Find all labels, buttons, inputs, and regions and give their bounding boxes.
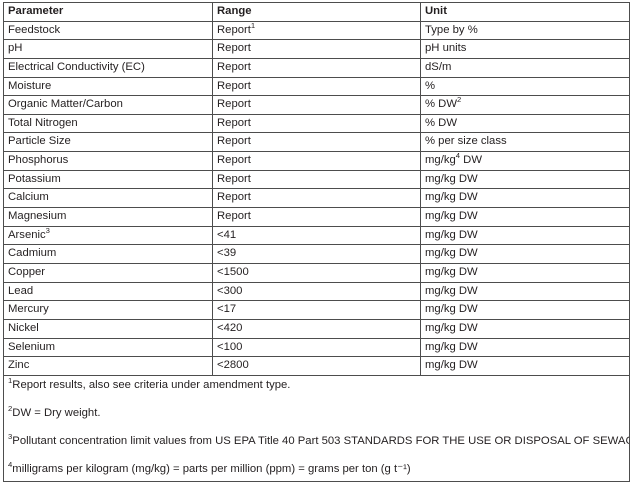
cell-range: <100 [212, 337, 421, 358]
footnote-marker: 2 [8, 403, 13, 413]
cell-unit: Type by % [420, 20, 630, 41]
cell-unit: % [420, 76, 630, 97]
cell-unit: mg/kg DW [420, 300, 630, 320]
cell-unit: mg/kg DW [420, 318, 630, 339]
cell-range: Report [212, 169, 421, 190]
cell-parameter: Magnesium [3, 207, 213, 227]
cell-range-footnote-marker: 1 [250, 21, 256, 30]
cell-parameter: Calcium [3, 188, 213, 209]
cell-range: Report [212, 76, 421, 97]
table-row: Particle Size Report% per size class [3, 132, 630, 153]
footnote-marker: 1 [8, 376, 13, 386]
table-row: Calcium Report mg/kg DW [3, 188, 630, 209]
column-header-unit: Unit [420, 2, 630, 22]
cell-unit: mg/kg DW [420, 207, 630, 227]
cell-parameter: Nickel [3, 318, 213, 339]
cell-range: <17 [212, 300, 421, 320]
cell-parameter: Particle Size [3, 132, 213, 153]
cell-unit-footnote-marker: 4 [455, 151, 461, 161]
table-row: Organic Matter/Carbon Report% DW2 [3, 95, 630, 115]
cell-unit: mg/kg DW [420, 337, 630, 358]
cell-parameter: Copper [3, 262, 213, 283]
table-row: Cadmium <39 mg/kg DW [3, 244, 630, 264]
footnote-marker: 4 [8, 459, 13, 469]
cell-parameter: Feedstock [3, 20, 213, 41]
cell-range: <1500 [212, 262, 421, 283]
footnote-4: 4milligrams per kilogram (mg/kg) = parts… [8, 459, 411, 475]
cell-parameter: Electrical Conductivity (EC) [3, 57, 213, 78]
table-header-row: Parameter Range Unit [3, 2, 630, 22]
cell-range: Report [212, 113, 421, 134]
cell-range: <420 [212, 318, 421, 339]
table-body: Feedstock Report1 Type by % pH Report pH unit… [3, 20, 630, 376]
cell-range: <39 [212, 244, 421, 264]
footnotes-cell: 1Report results, also see criteria under… [3, 374, 630, 483]
table-row: Lead <300 mg/kg DW [3, 281, 630, 302]
table-row: Phosphorus Report mg/kg4 DW [3, 151, 630, 171]
table-row: Electrical Conductivity (EC) Report dS/m [3, 57, 630, 78]
footnote-3: 3Pollutant concentration limit values fr… [8, 431, 629, 447]
table-row: Moisture Report% [3, 76, 630, 97]
table-row: Selenium <100 mg/kg DW [3, 337, 630, 358]
cell-unit: mg/kg4 DW [420, 151, 630, 171]
cell-unit: % per size class [420, 132, 630, 153]
table-row: Magnesium Report mg/kg DW [3, 207, 630, 227]
cell-range: Report [212, 151, 421, 171]
cell-range: Report [212, 39, 421, 59]
cell-parameter-footnote-marker: 3 [45, 226, 50, 235]
cell-range: Report [212, 95, 421, 115]
cell-range: Report [212, 132, 421, 153]
cell-range: Report [212, 57, 421, 78]
cell-range: Report1 [212, 20, 421, 41]
cell-parameter: Mercury [3, 300, 213, 320]
cell-parameter: Potassium [3, 169, 213, 190]
table-row: Zinc <2800 mg/kg DW [3, 356, 630, 376]
table-row: pH Report pH units [3, 39, 630, 59]
cell-parameter: Phosphorus [3, 151, 213, 171]
specification-table-sheet: Parameter Range Unit Feedstock Report1 Typ… [0, 0, 635, 503]
footnote-marker: 3 [8, 431, 13, 441]
cell-parameter: Zinc [3, 356, 213, 376]
table-row: Mercury <17 mg/kg DW [3, 300, 630, 320]
cell-range: Report [212, 207, 421, 227]
cell-parameter: Selenium [3, 337, 213, 358]
footnotes-row: 1Report results, also see criteria under… [3, 374, 630, 483]
cell-unit: % DW2 [420, 95, 630, 115]
cell-unit: pH units [420, 39, 630, 59]
parameter-specification-table: Parameter Range Unit Feedstock Report1 Typ… [3, 2, 630, 483]
cell-unit: mg/kg DW [420, 281, 630, 302]
table-row: Potassium Report mg/kg DW [3, 169, 630, 190]
table-header: Parameter Range Unit [3, 2, 630, 22]
cell-range: <41 [212, 225, 421, 246]
cell-range: Report [212, 188, 421, 209]
cell-range: <300 [212, 281, 421, 302]
cell-unit-footnote-marker: 2 [457, 95, 462, 105]
footnote-1: 1Report results, also see criteria under… [8, 376, 291, 391]
cell-unit: mg/kg DW [420, 169, 630, 190]
cell-unit: dS/m [420, 57, 630, 78]
table-row: Feedstock Report1 Type by % [3, 20, 630, 41]
cell-unit: % DW [420, 113, 630, 134]
cell-unit: mg/kg DW [420, 244, 630, 264]
column-header-parameter: Parameter [3, 2, 213, 22]
cell-parameter: Moisture [3, 76, 213, 97]
column-header-range: Range [212, 2, 421, 22]
cell-unit: mg/kg DW [420, 262, 630, 283]
cell-parameter: Organic Matter/Carbon [3, 95, 213, 115]
cell-unit: mg/kg DW [420, 225, 630, 246]
cell-unit: mg/kg DW [420, 188, 630, 209]
table-footnotes: 1Report results, also see criteria under… [3, 374, 630, 483]
table-row: Copper <1500 mg/kg DW [3, 262, 630, 283]
cell-parameter: Arsenic3 [3, 225, 213, 246]
table-row: Nickel <420 mg/kg DW [3, 318, 630, 339]
cell-parameter: Cadmium [3, 244, 213, 264]
cell-parameter: Lead [3, 281, 213, 302]
cell-range: <2800 [212, 356, 421, 376]
table-row: Total Nitrogen Report% DW [3, 113, 630, 134]
cell-unit: mg/kg DW [420, 356, 630, 376]
footnote-2: 2DW = Dry weight. [8, 403, 101, 419]
cell-parameter: Total Nitrogen [3, 113, 213, 134]
cell-parameter: pH [3, 39, 213, 59]
table-row: Arsenic3 <41 mg/kg DW [3, 225, 630, 246]
